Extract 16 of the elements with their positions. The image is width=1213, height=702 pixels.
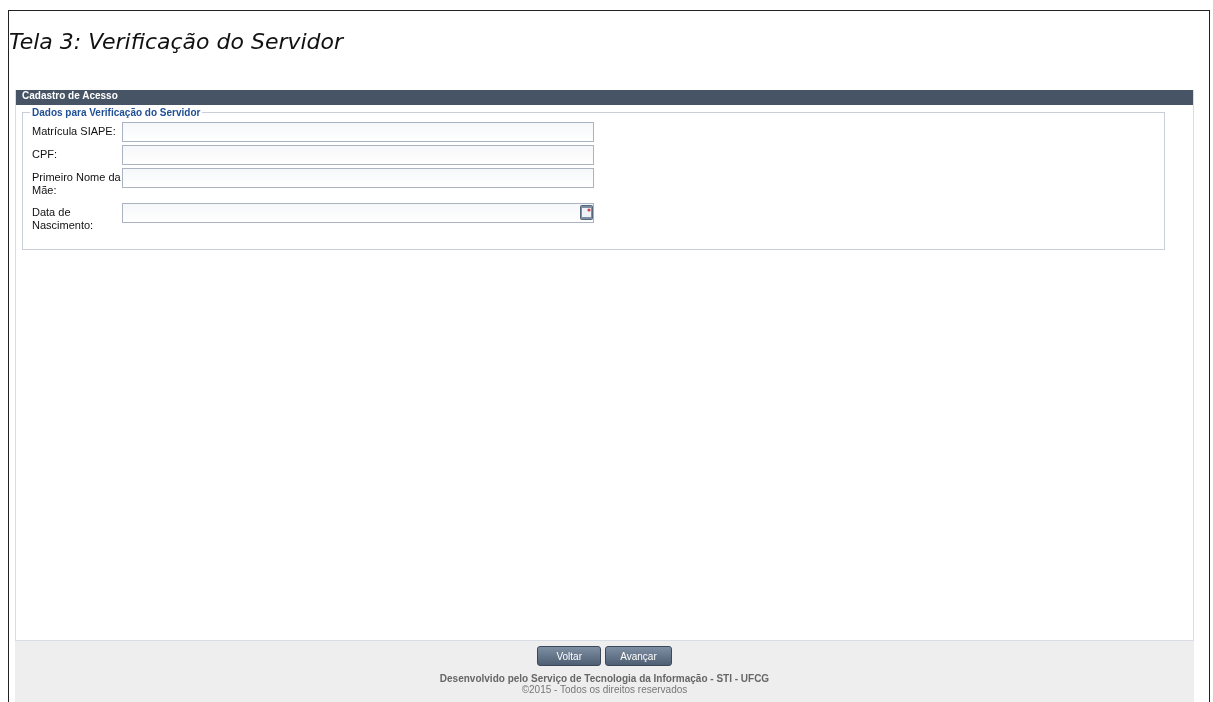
text-field[interactable]: [122, 145, 594, 165]
date-field[interactable]: [122, 203, 594, 223]
field-label: Data de Nascimento:: [32, 205, 95, 232]
field-label: Primeiro Nome da Mãe:: [32, 170, 122, 197]
footer-copyright: ©2015 - Todos os direitos reservados: [521, 684, 688, 695]
panel-title: Cadastro de Acesso: [16, 90, 1193, 105]
field-label: Matrícula SIAPE:: [32, 124, 117, 138]
page-caption: Tela 3: Verificação do Servidor: [9, 28, 345, 56]
text-field[interactable]: [122, 168, 594, 188]
field-label: CPF:: [32, 147, 59, 161]
nav-button[interactable]: Avançar: [605, 646, 672, 666]
text-field[interactable]: [122, 122, 594, 142]
fieldset-legend: Dados para Verificação do Servidor: [30, 107, 203, 118]
footer-credit: Desenvolvido pelo Serviço de Tecnologia da Informação - STI - UFCG: [439, 673, 770, 684]
nav-button[interactable]: Voltar: [537, 646, 602, 666]
calendar-icon[interactable]: [580, 205, 593, 220]
